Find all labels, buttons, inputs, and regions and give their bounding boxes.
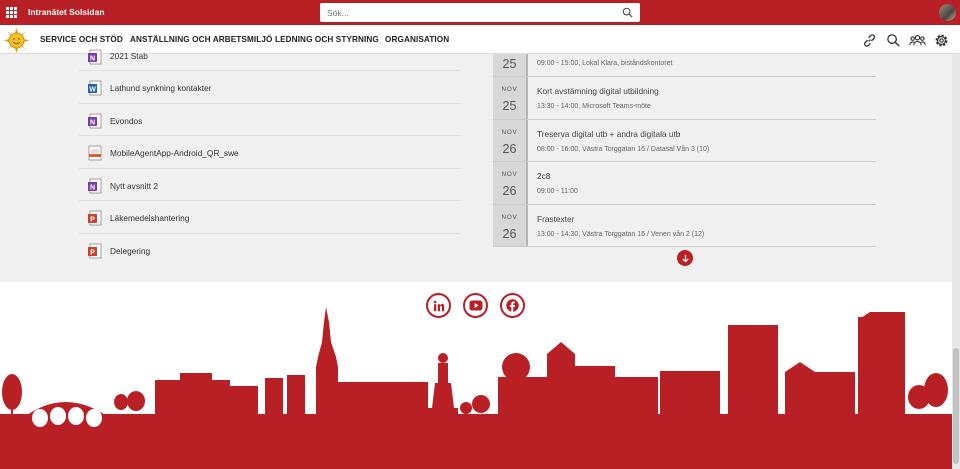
list-item[interactable]: N Evondos (79, 104, 460, 136)
svg-text:W: W (89, 87, 96, 94)
event-list: 25 09:00 - 15:00, Lokal Klara, biståndsk… (493, 54, 876, 247)
svg-text:N: N (90, 119, 95, 126)
page-scrollbar[interactable] (952, 54, 960, 469)
event-day: 26 (502, 226, 517, 241)
site-title[interactable]: Intranätet Solsidan (28, 7, 105, 17)
event-details: 09:00 - 11:00 (537, 188, 578, 195)
event-date: 25 (493, 54, 528, 76)
event-month: NOV (501, 171, 518, 178)
event-details: 13:30 - 14:00, Microsoft Teams-möte (537, 103, 651, 110)
search-box[interactable] (320, 3, 640, 22)
search-input[interactable] (320, 3, 610, 22)
event-title[interactable]: Frastexter (537, 214, 574, 224)
list-item[interactable]: P Delegering (79, 234, 460, 267)
event-day: 26 (502, 141, 517, 156)
event-item[interactable]: NOV 26 Frastexter 13:00 - 14:30, Västra … (493, 204, 876, 247)
event-month: NOV (501, 86, 518, 93)
event-title[interactable]: Kort avstämning digital utbildning (537, 86, 659, 96)
file-label[interactable]: Evondos (110, 116, 142, 126)
file-label[interactable]: 2021 Stab (110, 51, 148, 61)
svg-text:N: N (90, 56, 95, 63)
event-day: 26 (502, 184, 517, 198)
onenote-file-icon: N (88, 49, 102, 65)
arrow-down-icon (681, 254, 689, 263)
list-item[interactable]: N Nytt avsnitt 2 (79, 169, 460, 201)
event-title[interactable]: 2c8 (537, 171, 550, 181)
people-icon[interactable] (908, 31, 926, 49)
powerpoint-file-icon: P (88, 243, 102, 258)
event-day: 25 (502, 99, 517, 113)
footer (0, 282, 952, 469)
event-day: 25 (502, 57, 517, 71)
list-item[interactable]: MobileAgentApp-Android_QR_swe (79, 136, 460, 169)
event-date: NOV 26 (493, 162, 528, 204)
event-item[interactable]: NOV 26 Treserva digital utb + andra digi… (493, 119, 876, 162)
nav-service-och-stod[interactable]: SERVICE OCH STÖD (40, 35, 123, 44)
event-title[interactable]: Treserva digital utb + andra digitala ut… (537, 129, 680, 139)
facebook-icon[interactable] (500, 293, 525, 318)
main-nav: SERVICE OCH STÖD ANSTÄLLNING OCH ARBETSM… (0, 25, 960, 54)
onenote-file-icon: N (88, 178, 102, 193)
search-icon[interactable] (884, 31, 902, 49)
file-label[interactable]: MobileAgentApp-Android_QR_swe (110, 148, 239, 158)
file-label[interactable]: Läkemedelshantering (110, 213, 189, 223)
event-date: NOV 25 (493, 77, 528, 119)
scrollbar-thumb[interactable] (953, 348, 959, 464)
svg-text:N: N (90, 184, 95, 191)
event-month: NOV (501, 128, 518, 136)
event-item[interactable]: NOV 25 Kort avstämning digital utbildnin… (493, 77, 876, 120)
nav-anstallning-och-arbetsmiljo[interactable]: ANSTÄLLNING OCH ARBETSMILJÖ (130, 35, 273, 44)
link-icon[interactable] (860, 31, 878, 49)
powerpoint-file-icon: P (88, 210, 102, 226)
nav-organisation[interactable]: ORGANISATION (385, 35, 449, 44)
event-item[interactable]: 25 09:00 - 15:00, Lokal Klara, biståndsk… (493, 54, 876, 77)
event-date: NOV 26 (493, 204, 528, 246)
settings-icon[interactable] (932, 31, 950, 49)
event-details: 08:00 - 16:00, Västra Torggatan 16 / Dat… (537, 145, 710, 153)
list-item[interactable]: N 2021 Stab (79, 49, 460, 71)
event-details: 09:00 - 15:00, Lokal Klara, biståndskont… (537, 60, 673, 67)
event-date: NOV 26 (493, 119, 528, 161)
youtube-icon[interactable] (463, 293, 488, 318)
list-item[interactable]: P Läkemedelshantering (79, 201, 460, 234)
event-item[interactable]: NOV 26 2c8 09:00 - 11:00 (493, 162, 876, 205)
linkedin-icon[interactable] (426, 293, 451, 318)
list-item[interactable]: W Lathund synkning kontakter (79, 71, 460, 104)
search-icon[interactable] (622, 7, 633, 18)
file-label[interactable]: Lathund synkning kontakter (110, 83, 211, 93)
scroll-down-button[interactable] (677, 250, 693, 266)
file-label[interactable]: Nytt avsnitt 2 (110, 181, 158, 191)
top-bar: Intranätet Solsidan (0, 0, 960, 25)
nav-ledning-och-styrning[interactable]: LEDNING OCH STYRNING (275, 35, 379, 44)
image-file-icon (88, 145, 102, 161)
svg-text:P: P (90, 249, 95, 256)
svg-text:P: P (90, 217, 95, 224)
file-label[interactable]: Delegering (110, 246, 150, 256)
document-list: N 2021 Stab W Lathund synkning kontakter… (79, 49, 460, 267)
event-details: 13:00 - 14:30, Västra Torggatan 16 / Ven… (537, 230, 705, 238)
sun-logo-icon[interactable] (4, 28, 29, 53)
event-month: NOV (501, 213, 518, 221)
user-avatar[interactable] (939, 4, 956, 21)
app-launcher-icon[interactable] (6, 7, 17, 18)
onenote-file-icon: N (88, 113, 102, 128)
word-file-icon: W (88, 80, 102, 96)
